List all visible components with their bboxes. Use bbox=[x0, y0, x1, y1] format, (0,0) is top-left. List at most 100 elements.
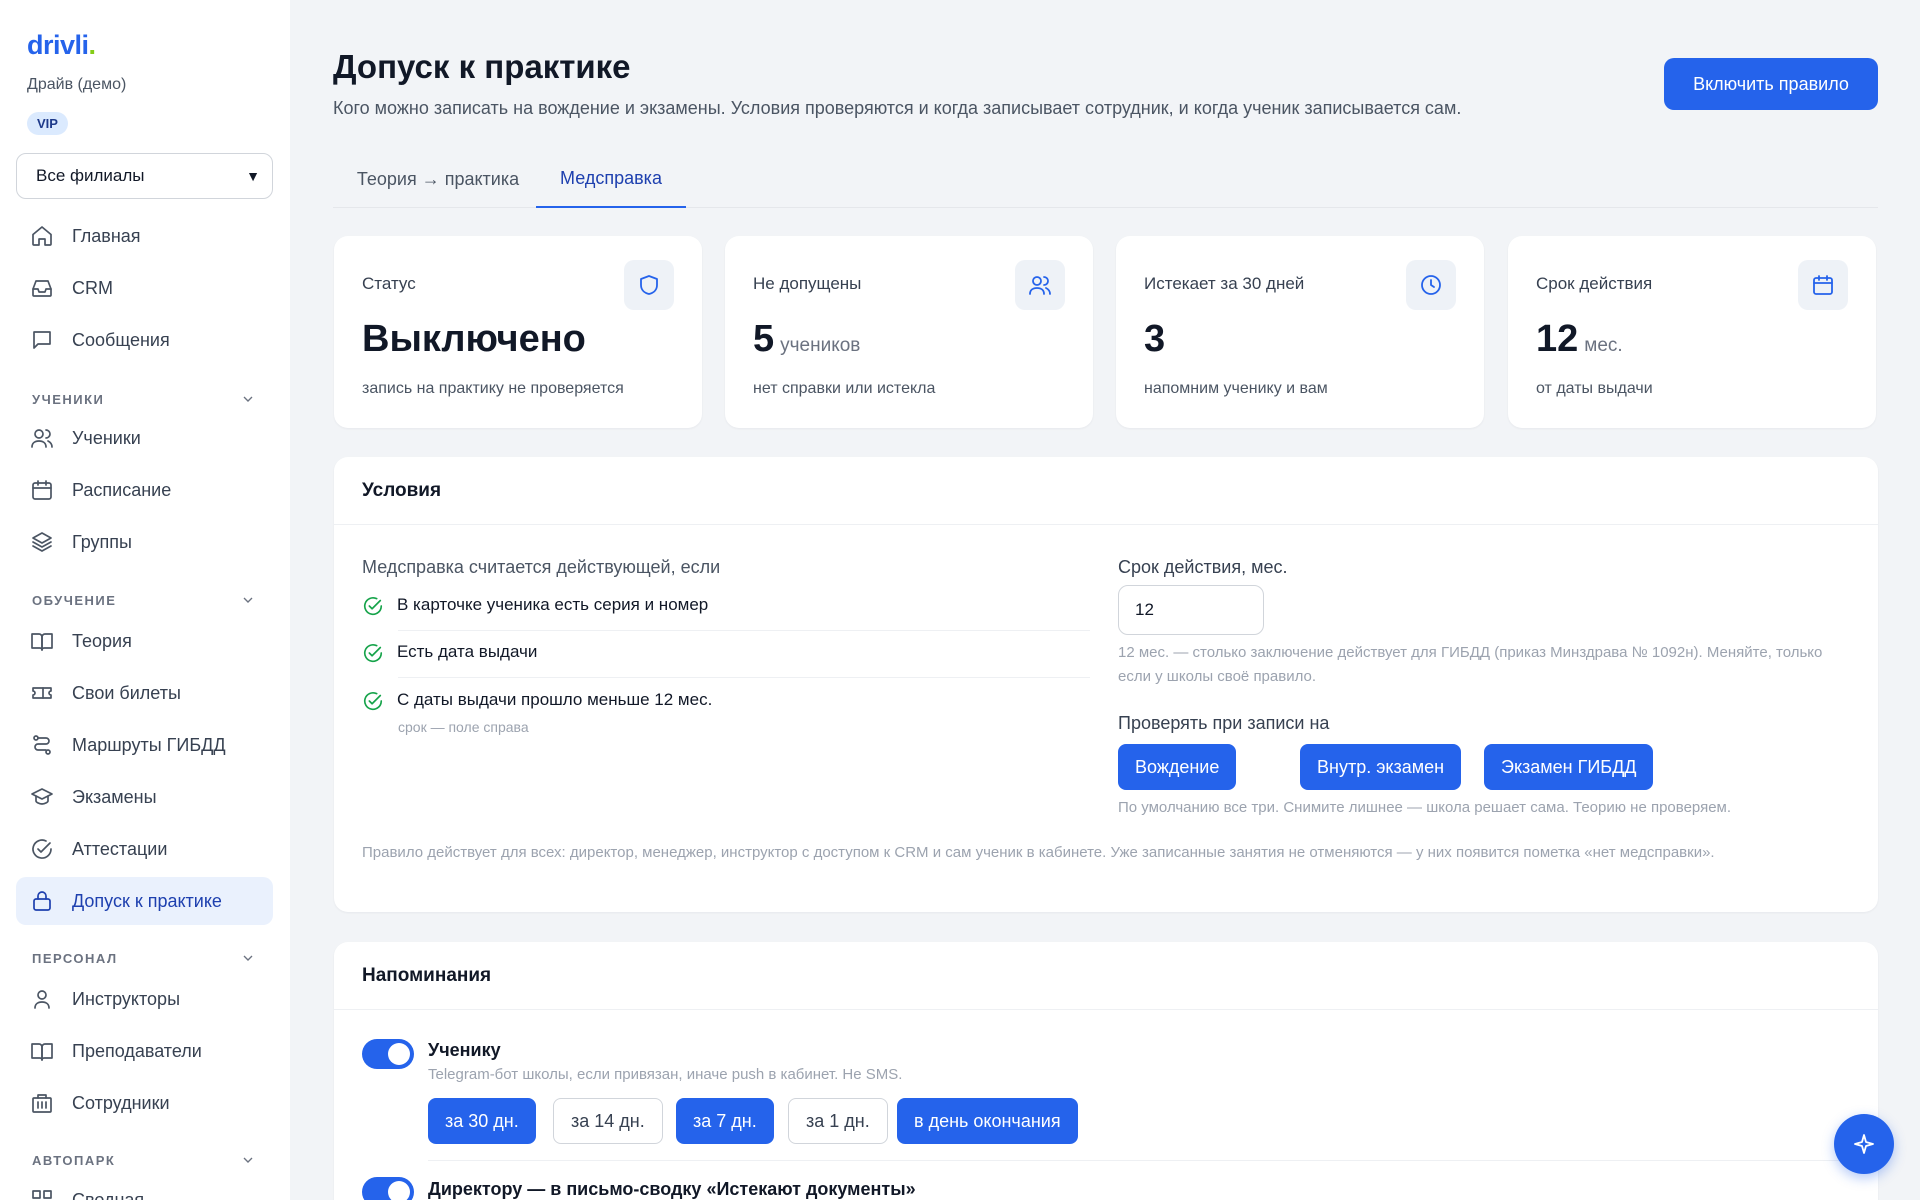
message-icon bbox=[33, 331, 51, 349]
stat-card-validity: Срок действия 12 мес. от даты выдачи bbox=[1508, 236, 1876, 428]
branch-select[interactable]: Все филиалы ▼ bbox=[16, 153, 273, 199]
sidebar-item-routes[interactable]: Маршруты ГИБДД bbox=[16, 721, 273, 769]
calendar-icon bbox=[1798, 260, 1848, 310]
sidebar-item-teachers[interactable]: Преподаватели bbox=[16, 1027, 273, 1075]
reminder-option[interactable]: за 14 дн. bbox=[553, 1098, 663, 1144]
chevron-down-icon bbox=[243, 597, 253, 603]
student-reminder-subtitle: Telegram-бот школы, если привязан, иначе… bbox=[428, 1066, 903, 1083]
page-title: Допуск к практике bbox=[333, 48, 631, 85]
stat-card-not-admitted: Не допущены 5 учеников нет справки или ис… bbox=[725, 236, 1093, 428]
graduation-cap-icon bbox=[31, 788, 53, 805]
sidebar-item-schedule[interactable]: Расписание bbox=[16, 466, 273, 514]
sidebar-item-exams[interactable]: Экзамены bbox=[16, 773, 273, 821]
layers-icon bbox=[32, 532, 52, 552]
condition-item: В карточке ученика есть серия и номер bbox=[362, 595, 1090, 617]
sidebar-item-tickets[interactable]: Свои билеты bbox=[16, 669, 273, 717]
validity-label: Срок действия, мес. bbox=[1118, 557, 1288, 577]
conditions-intro: Медсправка считается действующей, если bbox=[362, 557, 721, 577]
logo[interactable]: drivli. bbox=[27, 30, 96, 61]
conditions-card: Условия Медсправка считается действующей… bbox=[334, 457, 1878, 912]
main-content: Допуск к практике Кого можно записать на… bbox=[290, 0, 1920, 1200]
home-icon bbox=[32, 226, 52, 246]
rule-note: Правило действует для всех: директор, ме… bbox=[362, 844, 1715, 861]
sidebar-item-home[interactable]: Главная bbox=[16, 212, 273, 260]
chip-internal-exam[interactable]: Внутр. экзамен bbox=[1300, 744, 1462, 790]
sidebar-item-employees[interactable]: Сотрудники bbox=[16, 1079, 273, 1127]
sidebar-item-fleet-summary[interactable]: Сводная bbox=[16, 1176, 273, 1200]
validity-help: 12 мес. — столько заключение действует д… bbox=[1118, 644, 1823, 685]
users-icon bbox=[31, 429, 53, 448]
chip-gibdd-exam[interactable]: Экзамен ГИБДД bbox=[1484, 744, 1654, 790]
assistant-button[interactable] bbox=[1834, 1114, 1894, 1174]
sidebar-item-instructors[interactable]: Инструкторы bbox=[16, 975, 273, 1023]
sidebar-section-learning[interactable]: ОБУЧЕНИЕ bbox=[32, 592, 256, 608]
section-title: Напоминания bbox=[334, 942, 1878, 1010]
sparkle-icon bbox=[1854, 1134, 1874, 1154]
route-icon bbox=[33, 735, 51, 755]
sidebar-item-students[interactable]: Ученики bbox=[16, 414, 273, 462]
chevron-down-icon bbox=[243, 955, 253, 961]
enable-rule-button[interactable]: Включить правило bbox=[1664, 58, 1878, 110]
branch-select-value: Все филиалы bbox=[36, 166, 145, 185]
stat-card-expiring: Истекает за 30 дней 3 напомним ученику и… bbox=[1116, 236, 1484, 428]
building-icon bbox=[32, 1094, 52, 1113]
tab-theory-practice[interactable]: Теория → практика bbox=[333, 150, 543, 208]
grid-icon bbox=[32, 1190, 52, 1199]
user-icon bbox=[34, 990, 50, 1009]
reminder-option[interactable]: за 1 дн. bbox=[788, 1098, 888, 1144]
reminder-option[interactable]: за 30 дн. bbox=[428, 1098, 536, 1144]
lock-icon bbox=[33, 891, 51, 911]
tab-bar: Теория → практика Медсправка bbox=[333, 150, 1878, 208]
sidebar-item-crm[interactable]: CRM bbox=[16, 264, 273, 312]
check-circle-icon bbox=[32, 839, 52, 859]
inbox-icon bbox=[32, 280, 52, 297]
condition-hint: срок — поле справа bbox=[398, 719, 529, 735]
check-circle-icon bbox=[363, 644, 383, 663]
sidebar-item-attestations[interactable]: Аттестации bbox=[16, 825, 273, 873]
sidebar-item-groups[interactable]: Группы bbox=[16, 518, 273, 566]
sidebar-item-theory[interactable]: Теория bbox=[16, 617, 273, 665]
director-reminder-title: Директору — в письмо-сводку «Истекают до… bbox=[428, 1179, 916, 1199]
reminder-option[interactable]: в день окончания bbox=[897, 1098, 1078, 1144]
section-title: Условия bbox=[334, 457, 1878, 525]
stat-value: 3 bbox=[1144, 318, 1166, 360]
reminders-card: Напоминания Ученику Telegram-бот школы, … bbox=[334, 942, 1878, 1200]
sidebar-section-staff[interactable]: ПЕРСОНАЛ bbox=[32, 950, 256, 966]
student-reminder-toggle[interactable] bbox=[362, 1039, 414, 1069]
validity-input[interactable]: 12 bbox=[1118, 585, 1264, 635]
divider bbox=[428, 1160, 1858, 1161]
student-reminder-title: Ученику bbox=[428, 1040, 501, 1060]
sidebar-section-students[interactable]: УЧЕНИКИ bbox=[32, 391, 256, 407]
plan-badge: VIP bbox=[27, 112, 68, 135]
school-name: Драйв (демо) bbox=[27, 76, 127, 93]
divider bbox=[398, 630, 1090, 631]
reminder-option[interactable]: за 7 дн. bbox=[676, 1098, 774, 1144]
chevron-down-icon bbox=[243, 396, 253, 402]
calendar-icon bbox=[32, 480, 52, 500]
ticket-icon bbox=[32, 687, 52, 699]
book-icon bbox=[31, 633, 53, 651]
users-icon bbox=[1015, 260, 1065, 310]
check-circle-icon bbox=[363, 597, 383, 616]
chevron-down-icon bbox=[243, 1157, 253, 1163]
shield-icon bbox=[624, 260, 674, 310]
book-icon bbox=[31, 1043, 53, 1061]
sidebar-item-messages[interactable]: Сообщения bbox=[16, 316, 273, 364]
check-circle-icon bbox=[363, 692, 383, 711]
sidebar-section-fleet[interactable]: АВТОПАРК bbox=[32, 1152, 256, 1168]
condition-item: С даты выдачи прошло меньше 12 мес. bbox=[362, 690, 1090, 712]
chip-driving[interactable]: Вождение bbox=[1118, 744, 1237, 790]
stat-value: Выключено bbox=[362, 318, 586, 360]
condition-item: Есть дата выдачи bbox=[362, 642, 1090, 664]
chevron-down-icon: ▼ bbox=[246, 168, 260, 184]
sidebar: drivli. Драйв (демо) VIP Все филиалы ▼ Г… bbox=[0, 0, 290, 1200]
stat-card-status: Статус Выключено запись на практику не п… bbox=[334, 236, 702, 428]
check-on-label: Проверять при записи на bbox=[1118, 713, 1330, 733]
sidebar-item-practice-access[interactable]: Допуск к практике bbox=[16, 877, 273, 925]
stat-value: 5 учеников bbox=[753, 318, 861, 360]
director-reminder-toggle[interactable] bbox=[362, 1177, 414, 1200]
check-on-help: По умолчанию все три. Снимите лишнее — ш… bbox=[1118, 799, 1732, 816]
tab-medical-certificate[interactable]: Медсправка bbox=[536, 150, 686, 208]
divider bbox=[398, 677, 1090, 678]
page-subtitle: Кого можно записать на вождение и экзаме… bbox=[333, 98, 1462, 118]
